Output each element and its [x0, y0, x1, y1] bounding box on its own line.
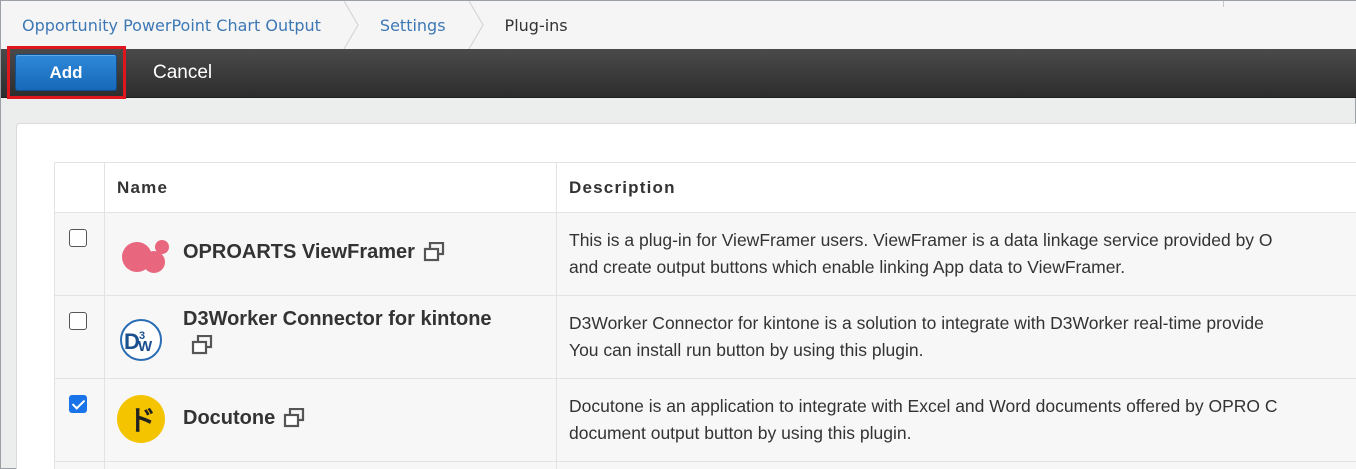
header-check [54, 162, 105, 213]
plugin-checkbox[interactable] [69, 312, 87, 330]
row-name-cell: OPROARTS ViewFramer [104, 212, 557, 296]
row-description-cell [556, 461, 1356, 469]
table-row: OPROARTS ViewFramer This is a plug-in fo… [54, 212, 1356, 296]
table-row: ド Docutone Docutone is an application to… [54, 378, 1356, 462]
add-button-highlight [7, 46, 126, 99]
d3worker-logo-icon: D 3 W [120, 319, 162, 361]
row-name-cell [104, 461, 557, 469]
breadcrumb: Opportunity PowerPoint Chart Output Sett… [1, 1, 1356, 49]
breadcrumb-plugins: Plug-ins [504, 15, 568, 35]
description-line: document output button by using this plu… [569, 423, 912, 443]
external-link-icon[interactable] [191, 335, 213, 355]
breadcrumb-separator-icon [343, 1, 359, 49]
row-check-cell [54, 378, 105, 462]
table-row [54, 461, 1356, 469]
row-check-cell [54, 295, 105, 379]
description-line: Docutone is an application to integrate … [569, 396, 1278, 416]
breadcrumb-separator-icon [468, 1, 484, 49]
row-check-cell [54, 461, 105, 469]
description-line: You can install run button by using this… [569, 340, 924, 360]
description-line: This is a plug-in for ViewFramer users. … [569, 230, 1273, 250]
breadcrumb-app[interactable]: Opportunity PowerPoint Chart Output [1, 1, 343, 49]
cancel-button[interactable]: Cancel [153, 54, 212, 91]
header-name: Name [104, 162, 557, 213]
description-line: and create output buttons which enable l… [569, 257, 1126, 277]
docutone-logo-icon: ド [117, 395, 165, 443]
external-link-icon[interactable] [423, 242, 445, 262]
external-link-icon[interactable] [283, 408, 305, 428]
row-description-cell: This is a plug-in for ViewFramer users. … [556, 212, 1356, 296]
row-name-cell: ド Docutone [104, 378, 557, 462]
svg-text:ド: ド [128, 404, 156, 437]
viewframer-logo-icon [122, 240, 169, 273]
description-line: D3Worker Connector for kintone is a solu… [569, 313, 1264, 333]
header-description: Description [556, 162, 1356, 213]
breadcrumb-divider [1223, 1, 1224, 7]
row-check-cell [54, 212, 105, 296]
breadcrumb-settings[interactable]: Settings [359, 1, 468, 49]
plugin-table: Name Description OPROARTS ViewFramer Thi… [54, 162, 1356, 469]
row-name-cell: D 3 W D3Worker Connector for kintone [104, 295, 557, 379]
table-header-row: Name Description [54, 162, 1356, 213]
svg-text:W: W [138, 338, 153, 355]
row-description-cell: Docutone is an application to integrate … [556, 378, 1356, 462]
row-description-cell: D3Worker Connector for kintone is a solu… [556, 295, 1356, 379]
plugin-checkbox[interactable] [69, 395, 87, 413]
plugin-checkbox[interactable] [69, 229, 87, 247]
plugin-name[interactable]: OPROARTS ViewFramer [183, 241, 415, 263]
plugin-name[interactable]: D3Worker Connector for kintone [183, 308, 492, 330]
plugin-name[interactable]: Docutone [183, 407, 275, 429]
table-row: D 3 W D3Worker Connector for kintone D3W… [54, 295, 1356, 379]
